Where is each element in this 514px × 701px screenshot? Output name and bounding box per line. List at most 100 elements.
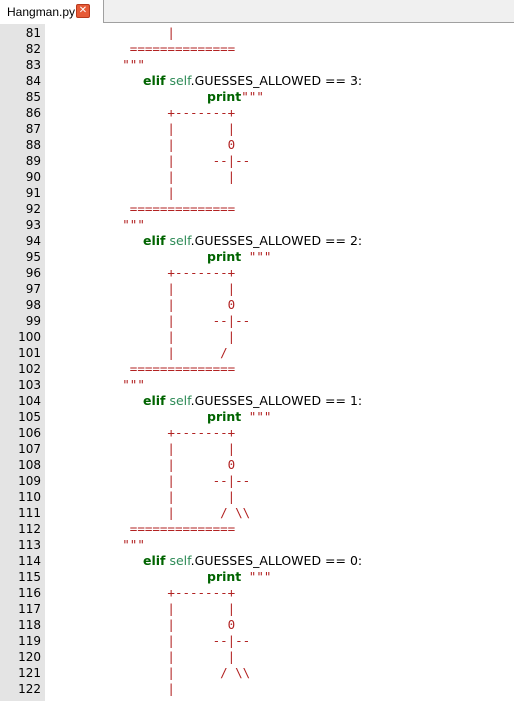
code-line[interactable]: 102 ==============	[0, 361, 514, 377]
line-number: 110	[18, 490, 41, 504]
code-line[interactable]: 119 | --|--	[0, 633, 514, 649]
tab-hangman-py[interactable]: Hangman.py ✕	[0, 0, 104, 23]
code-line[interactable]: 113 """	[0, 537, 514, 553]
code-text: | / \\	[47, 505, 250, 521]
token-self: self	[169, 553, 191, 568]
code-line[interactable]: 120 | |	[0, 649, 514, 665]
code-line[interactable]: 81 |	[0, 25, 514, 41]
code-line[interactable]: 95 print """	[0, 249, 514, 265]
token-str: """	[122, 217, 145, 232]
code-text: print """	[207, 249, 271, 265]
code-line[interactable]: 112 ==============	[0, 521, 514, 537]
code-text: | |	[47, 329, 235, 345]
code-line[interactable]: 92 ==============	[0, 201, 514, 217]
code-line[interactable]: 96 +-------+	[0, 265, 514, 281]
line-number: 88	[25, 138, 41, 152]
code-line[interactable]: 116 +-------+	[0, 585, 514, 601]
code-text: | --|--	[47, 313, 250, 329]
code-line[interactable]: 99 | --|--	[0, 313, 514, 329]
code-line[interactable]: 101 | /	[0, 345, 514, 361]
code-text: | |	[47, 649, 235, 665]
code-line[interactable]: 114 elif self.GUESSES_ALLOWED == 0:	[0, 553, 514, 569]
line-number: 118	[18, 618, 41, 632]
token-self: self	[169, 393, 191, 408]
close-icon[interactable]: ✕	[76, 4, 90, 18]
code-line[interactable]: 86 +-------+	[0, 105, 514, 121]
token-str: ==============	[129, 361, 236, 376]
line-number: 82	[25, 42, 41, 56]
code-line[interactable]: 110 | |	[0, 489, 514, 505]
line-number: 96	[25, 266, 41, 280]
line-number: 115	[18, 570, 41, 584]
code-line[interactable]: 115 print """	[0, 569, 514, 585]
token-str: |	[167, 185, 175, 200]
code-line[interactable]: 117 | |	[0, 601, 514, 617]
code-line[interactable]: 104 elif self.GUESSES_ALLOWED == 1:	[0, 393, 514, 409]
code-line[interactable]: 122 |	[0, 681, 514, 697]
line-number: 85	[25, 90, 41, 104]
code-line[interactable]: 98 | 0	[0, 297, 514, 313]
code-line[interactable]: 85 print"""	[0, 89, 514, 105]
code-line[interactable]: 100 | |	[0, 329, 514, 345]
token-ident: .GUESSES_ALLOWED	[190, 553, 322, 568]
line-number: 91	[25, 186, 41, 200]
code-line[interactable]: 105 print """	[0, 409, 514, 425]
line-number: 105	[18, 410, 41, 424]
code-line[interactable]: 91 |	[0, 185, 514, 201]
code-editor[interactable]: 81 | 82 ============== 83 """ 84 elif self.G…	[0, 24, 514, 701]
code-line[interactable]: 87 | |	[0, 121, 514, 137]
code-text: print """	[207, 409, 271, 425]
code-line[interactable]: 103 """	[0, 377, 514, 393]
code-text: | |	[47, 121, 235, 137]
code-text: +-------+	[47, 265, 235, 281]
token-str: """	[122, 57, 145, 72]
code-line[interactable]: 89 | --|--	[0, 153, 514, 169]
token-kw: elif	[143, 233, 166, 248]
code-text: +-------+	[47, 425, 235, 441]
code-line[interactable]: 93 """	[0, 217, 514, 233]
code-line[interactable]: 111 | / \\	[0, 505, 514, 521]
code-line[interactable]: 90 | |	[0, 169, 514, 185]
code-text: | |	[47, 441, 235, 457]
code-line[interactable]: 83 """	[0, 57, 514, 73]
code-text: elif self.GUESSES_ALLOWED == 2:	[143, 233, 362, 249]
line-number: 101	[18, 346, 41, 360]
line-number: 119	[18, 634, 41, 648]
token-str: ==============	[129, 521, 236, 536]
code-line[interactable]: 97 | |	[0, 281, 514, 297]
code-line[interactable]: 94 elif self.GUESSES_ALLOWED == 2:	[0, 233, 514, 249]
token-str: +-------+	[167, 585, 236, 600]
token-kw: print	[207, 409, 242, 424]
code-line[interactable]: 82 ==============	[0, 41, 514, 57]
token-kw: elif	[143, 393, 166, 408]
code-text: """	[47, 57, 145, 73]
line-number: 114	[18, 554, 41, 568]
code-line[interactable]: 88 | 0	[0, 137, 514, 153]
token-str: | --|--	[167, 473, 251, 488]
code-text: | 0	[47, 297, 235, 313]
token-op: ==	[321, 553, 350, 568]
token-kw: print	[207, 249, 242, 264]
token-str: | 0	[167, 617, 236, 632]
code-line[interactable]: 121 | / \\	[0, 665, 514, 681]
code-line[interactable]: 118 | 0	[0, 617, 514, 633]
token-str: | 0	[167, 137, 236, 152]
token-ident: .GUESSES_ALLOWED	[190, 73, 322, 88]
code-text: """	[47, 537, 145, 553]
code-line[interactable]: 84 elif self.GUESSES_ALLOWED == 3:	[0, 73, 514, 89]
token-str: +-------+	[167, 105, 236, 120]
code-line[interactable]: 106 +-------+	[0, 425, 514, 441]
code-line[interactable]: 107 | |	[0, 441, 514, 457]
code-line[interactable]: 109 | --|--	[0, 473, 514, 489]
code-line[interactable]: 108 | 0	[0, 457, 514, 473]
